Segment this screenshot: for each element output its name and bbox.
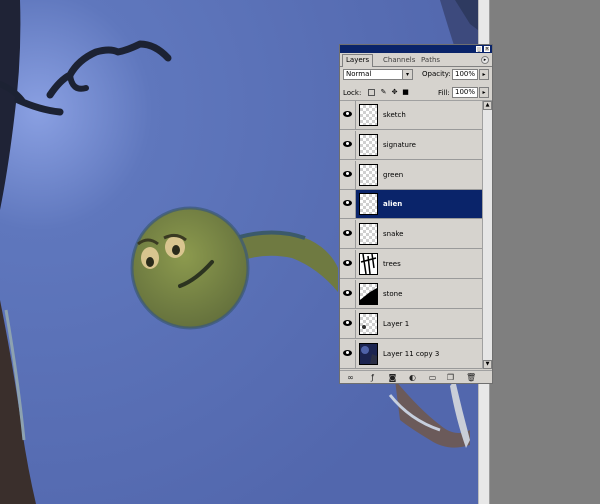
visibility-toggle[interactable] (340, 161, 356, 189)
layer-thumbnail (359, 223, 378, 245)
opacity-input[interactable]: 100% (452, 69, 478, 80)
blend-mode-value: Normal (346, 70, 372, 78)
eye-icon (343, 260, 352, 266)
palette-tabs: Layers Channels Paths ▸ (340, 54, 492, 67)
lock-paint-brush-icon[interactable]: ✎ (380, 89, 387, 96)
layer-row-layer-1[interactable]: Layer 1 (340, 310, 482, 339)
trash-icon[interactable]: 🗑 (466, 373, 476, 382)
layer-name: green (383, 171, 404, 179)
layer-row-stone[interactable]: stone (340, 280, 482, 309)
minimize-icon[interactable]: _ (476, 46, 482, 52)
eye-icon (343, 141, 352, 147)
layer-row-signature[interactable]: signature (340, 131, 482, 160)
adjustment-icon[interactable]: ◐ (408, 373, 417, 382)
close-icon[interactable]: × (484, 46, 490, 52)
visibility-toggle[interactable] (340, 280, 356, 308)
workspace-background (490, 0, 600, 504)
scroll-up-icon[interactable]: ▲ (483, 101, 492, 110)
layer-name: Layer 1 (383, 320, 410, 328)
layer-1-thumbnail-art (362, 325, 366, 329)
scroll-down-icon[interactable]: ▼ (483, 360, 492, 369)
layer-11-thumbnail-art (361, 346, 377, 364)
palette-titlebar[interactable]: _ × (340, 45, 492, 53)
new-layer-icon[interactable]: ❐ (446, 373, 455, 382)
palette-bottom-bar: ∞ ƒ ◙ ◐ ▭ ❐ 🗑 (340, 370, 492, 384)
visibility-toggle[interactable] (340, 101, 356, 129)
layer-style-icon[interactable]: ƒ (368, 373, 377, 382)
tab-channels[interactable]: Channels (380, 55, 418, 66)
layer-thumbnail (359, 253, 378, 275)
layer-row-sketch[interactable]: sketch (340, 101, 482, 130)
visibility-toggle[interactable] (340, 340, 356, 368)
blend-mode-select[interactable]: Normal ▾ (343, 69, 413, 80)
layer-name: snake (383, 230, 404, 238)
layer-row-green[interactable]: green (340, 161, 482, 190)
visibility-toggle[interactable] (340, 220, 356, 248)
palette-menu-icon[interactable]: ▸ (481, 56, 489, 64)
chevron-down-icon: ▾ (402, 70, 412, 79)
eye-icon (343, 320, 352, 326)
layer-thumbnail (359, 343, 378, 365)
tab-paths[interactable]: Paths (418, 55, 443, 66)
visibility-toggle[interactable] (340, 310, 356, 338)
fill-input[interactable]: 100% (452, 87, 478, 98)
layer-row-trees[interactable]: trees (340, 250, 482, 279)
opacity-slider-arrow-icon[interactable]: ▸ (479, 69, 489, 80)
lock-all-padlock-icon[interactable]: ■ (402, 89, 409, 96)
layer-name: alien (383, 200, 403, 208)
layer-name: sketch (383, 111, 406, 119)
trees-thumbnail-art (360, 253, 377, 275)
layer-name: trees (383, 260, 401, 268)
eye-icon (343, 171, 352, 177)
layer-name: stone (383, 290, 403, 298)
layer-row-layer-11-copy-3[interactable]: Layer 11 copy 3 (340, 340, 482, 369)
layer-thumbnail (359, 164, 378, 186)
lock-label: Lock: (343, 89, 362, 97)
eye-icon (343, 111, 352, 117)
layer-row-snake[interactable]: snake (340, 220, 482, 249)
layer-list-scrollbar[interactable]: ▲ ▼ (482, 101, 492, 369)
layer-name: signature (383, 141, 416, 149)
eye-icon (343, 350, 352, 356)
tab-layers[interactable]: Layers (342, 54, 374, 67)
eye-icon (343, 230, 352, 236)
opacity-label: Opacity: (422, 70, 451, 78)
layer-row-alien[interactable]: alien (340, 190, 482, 219)
link-icon[interactable]: ∞ (346, 373, 355, 382)
lock-row: Lock: ✎ ✥ ■ Fill: 100% ▸ (340, 86, 492, 101)
blend-options-row: Normal ▾ Opacity: 100% ▸ (340, 68, 492, 82)
layer-thumbnail (359, 104, 378, 126)
visibility-toggle[interactable] (340, 131, 356, 159)
layer-thumbnail (359, 313, 378, 335)
lock-move-icon[interactable]: ✥ (391, 89, 398, 96)
stone-thumbnail-art (360, 288, 377, 304)
visibility-toggle[interactable] (340, 190, 356, 218)
fill-label: Fill: (438, 89, 450, 97)
layer-list: sketch signature green alien snake trees… (340, 101, 482, 369)
layer-thumbnail (359, 193, 378, 215)
layer-thumbnail (359, 283, 378, 305)
visibility-toggle[interactable] (340, 250, 356, 278)
new-group-icon[interactable]: ▭ (428, 373, 437, 382)
layer-name: Layer 11 copy 3 (383, 350, 440, 358)
eye-icon (343, 290, 352, 296)
lock-transparency-icon[interactable] (368, 89, 375, 96)
mask-icon[interactable]: ◙ (388, 373, 397, 382)
layers-palette: _ × Layers Channels Paths ▸ Normal ▾ Opa… (339, 44, 493, 384)
fill-slider-arrow-icon[interactable]: ▸ (479, 87, 489, 98)
layer-thumbnail (359, 134, 378, 156)
eye-icon (343, 200, 352, 206)
